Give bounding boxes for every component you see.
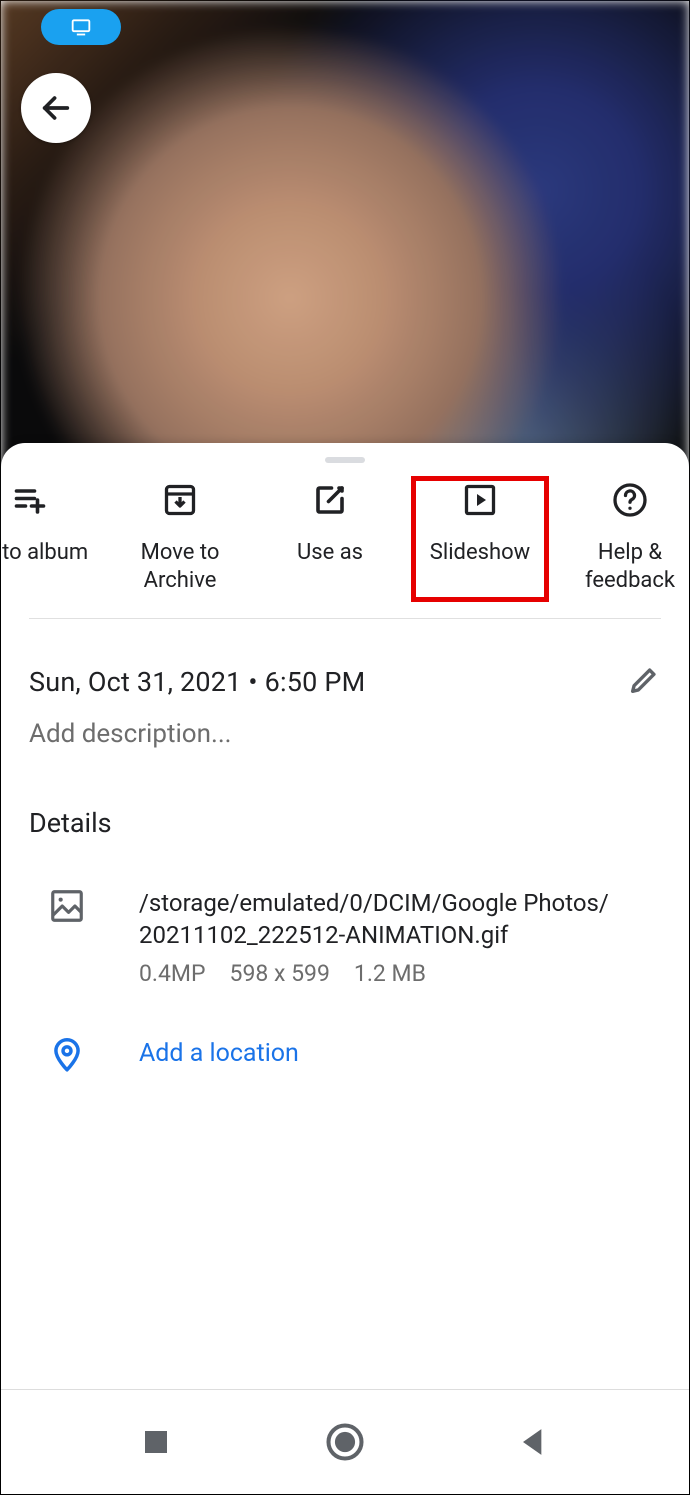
file-megapixels: 0.4MP (139, 960, 206, 987)
location-row[interactable]: Add a location (1, 987, 689, 1073)
square-icon (134, 1420, 178, 1464)
nav-recent-button[interactable] (134, 1420, 178, 1464)
info-sheet: dd to album Move to Archive (1, 443, 689, 1389)
action-use-as[interactable]: Use as (255, 481, 405, 594)
file-path-line1: /storage/emulated/0/DCIM/Google Photos/ (139, 889, 609, 917)
archive-icon (162, 482, 198, 518)
image-icon (48, 887, 86, 925)
location-pin-icon (48, 1035, 86, 1073)
add-location-link[interactable]: Add a location (139, 1039, 299, 1068)
android-navbar (1, 1389, 689, 1494)
action-add-to-album[interactable]: dd to album (0, 481, 105, 594)
action-row[interactable]: dd to album Move to Archive (0, 463, 689, 618)
cast-pill[interactable] (41, 9, 121, 45)
nav-back-button[interactable] (512, 1420, 556, 1464)
arrow-left-icon (39, 91, 73, 125)
action-label: Use as (297, 539, 363, 567)
triangle-left-icon (512, 1420, 556, 1464)
action-label: Move to Archive (105, 539, 255, 594)
monitor-icon (68, 17, 94, 37)
details-header: Details (1, 749, 689, 839)
file-path-line2: 20211102_222512-ANIMATION.gif (139, 921, 508, 949)
help-icon (612, 482, 648, 518)
photo-datetime: Sun, Oct 31, 2021 • 6:50 PM (29, 666, 365, 698)
open-external-icon (312, 482, 348, 518)
slideshow-icon (462, 482, 498, 518)
circle-icon (323, 1420, 367, 1464)
action-label: Help & feedback (585, 539, 675, 594)
action-label: Slideshow (430, 539, 530, 567)
action-slideshow[interactable]: Slideshow (405, 481, 555, 594)
edit-datetime-button[interactable] (627, 663, 661, 701)
action-move-to-archive[interactable]: Move to Archive (105, 481, 255, 594)
action-label: dd to album (0, 539, 88, 567)
playlist-add-icon (12, 482, 48, 518)
description-input[interactable]: Add description... (1, 701, 689, 749)
file-detail-row: /storage/emulated/0/DCIM/Google Photos/ … (1, 839, 689, 987)
action-help-feedback[interactable]: Help & feedback (555, 481, 690, 594)
back-button[interactable] (21, 73, 91, 143)
file-dimensions: 598 x 599 (230, 960, 330, 987)
pencil-icon (627, 663, 661, 697)
nav-home-button[interactable] (323, 1420, 367, 1464)
file-size: 1.2 MB (354, 960, 426, 987)
